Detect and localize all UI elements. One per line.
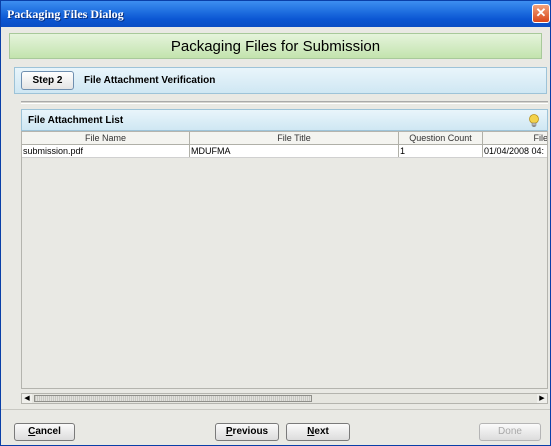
previous-button[interactable]: Previous — [215, 423, 279, 441]
cancel-button[interactable]: Cancel — [14, 423, 75, 441]
next-label: ext — [314, 426, 329, 437]
horizontal-scrollbar[interactable]: ◀ ▶ — [21, 393, 548, 404]
cell-question-count: 1 — [399, 145, 483, 157]
scroll-right-icon[interactable]: ▶ — [537, 394, 547, 403]
title-bar[interactable]: Packaging Files Dialog ✕ — [1, 1, 550, 27]
banner-title: Packaging Files for Submission — [170, 38, 381, 55]
done-button[interactable]: Done — [479, 423, 541, 441]
cell-file-date: 01/04/2008 04: — [483, 145, 547, 157]
step-panel: Step 2 File Attachment Verification — [14, 67, 547, 94]
lightbulb-icon[interactable] — [527, 113, 541, 129]
dialog-window: Packaging Files Dialog ✕ Packaging Files… — [0, 0, 551, 446]
list-title: File Attachment List — [28, 115, 124, 126]
scroll-thumb[interactable] — [34, 395, 312, 402]
close-icon[interactable]: ✕ — [532, 4, 550, 23]
column-header-file-name[interactable]: File Name — [22, 132, 190, 144]
step-description: File Attachment Verification — [84, 75, 216, 86]
cancel-label: ancel — [35, 426, 61, 437]
dialog-banner: Packaging Files for Submission — [9, 33, 542, 59]
cell-file-title: MDUFMA — [190, 145, 399, 157]
column-header-question-count[interactable]: Question Count — [399, 132, 483, 144]
previous-label: revious — [232, 426, 269, 437]
column-header-file-title[interactable]: File Title — [190, 132, 399, 144]
previous-mnemonic: P — [225, 426, 233, 437]
footer-divider — [1, 409, 550, 410]
step-button[interactable]: Step 2 — [21, 71, 74, 90]
column-header-file-date[interactable]: File — [483, 132, 547, 144]
list-header-panel: File Attachment List — [21, 109, 548, 131]
cell-file-name: submission.pdf — [22, 145, 190, 157]
divider — [21, 101, 548, 104]
file-attachment-table: File Name File Title Question Count File… — [21, 131, 548, 389]
next-button[interactable]: Next — [286, 423, 350, 441]
table-row[interactable]: submission.pdf MDUFMA 1 01/04/2008 04: — [22, 145, 547, 158]
scroll-left-icon[interactable]: ◀ — [22, 394, 32, 403]
window-title: Packaging Files Dialog — [7, 7, 124, 21]
table-header: File Name File Title Question Count File — [22, 132, 547, 145]
